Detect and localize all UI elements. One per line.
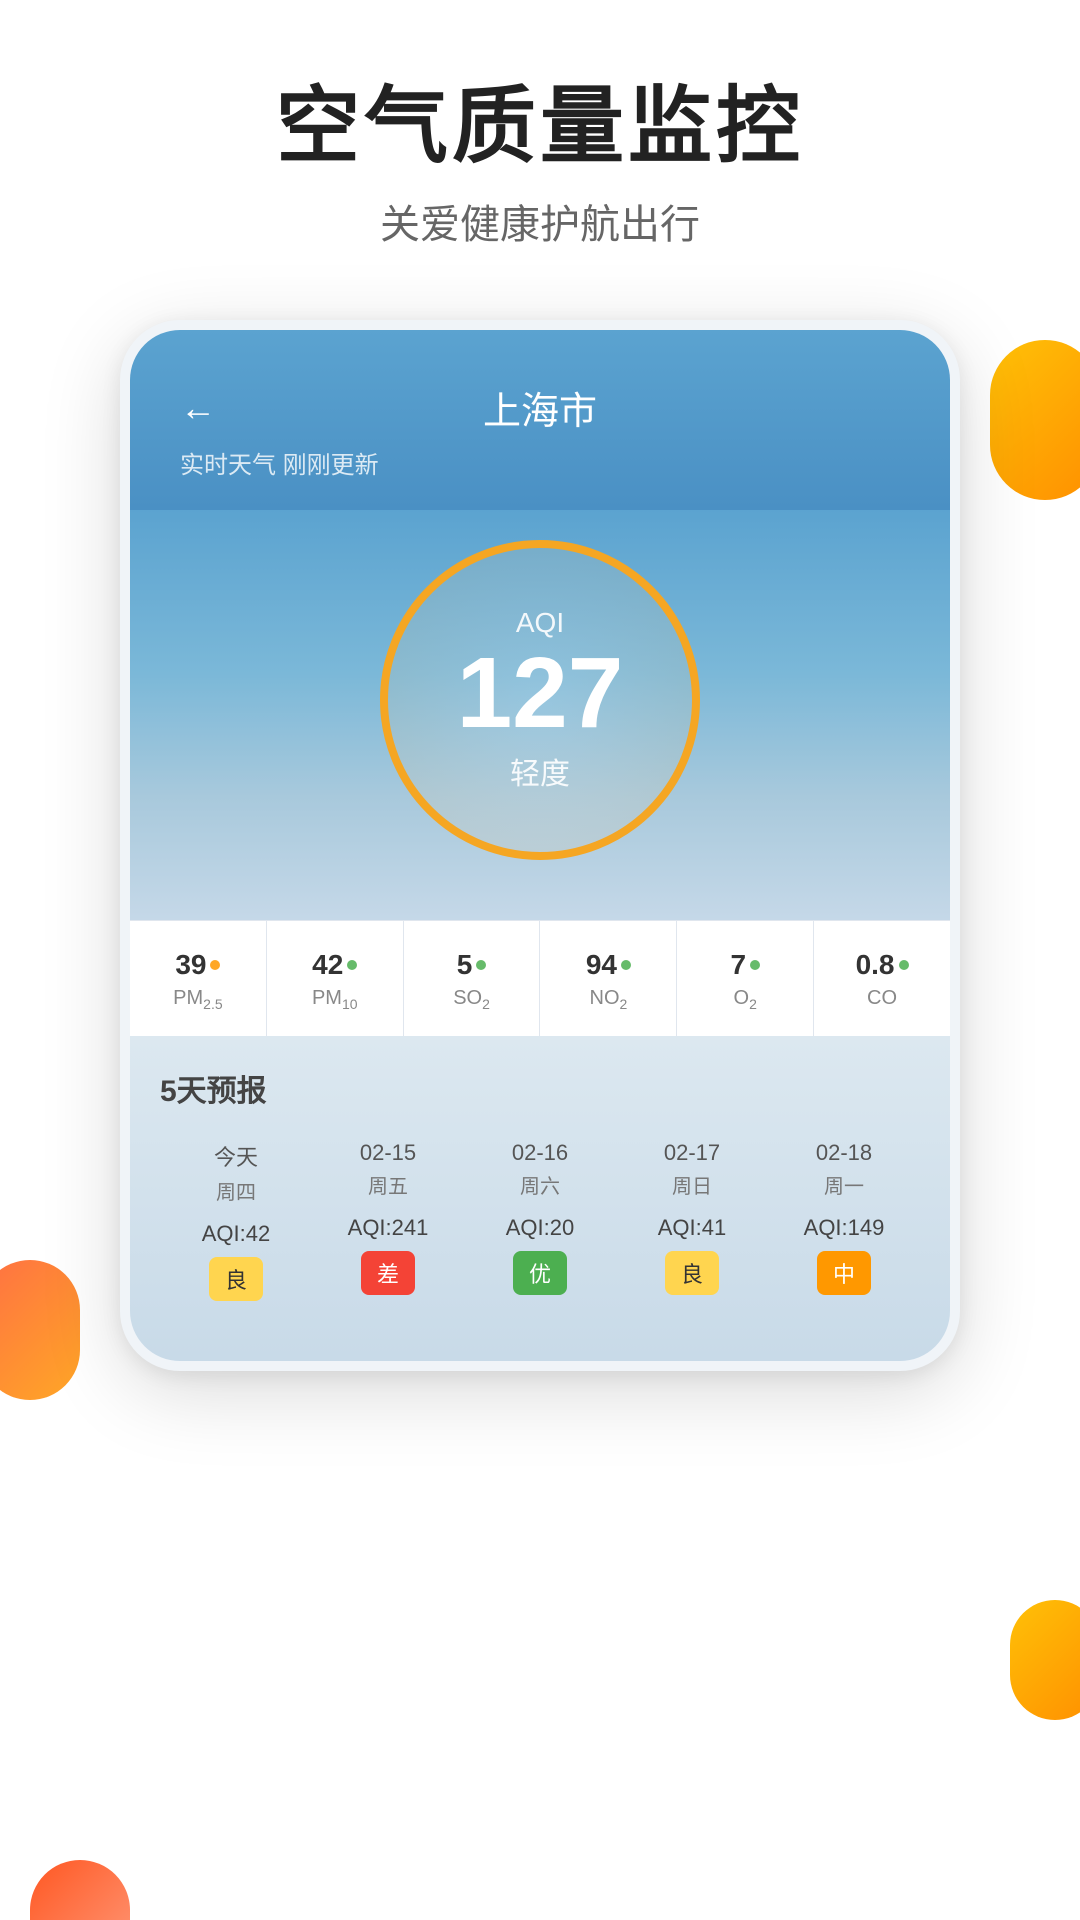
forecast-day: 02-16 周六 AQI:20 优 <box>464 1130 616 1311</box>
app-header: ← 上海市 实时天气 刚刚更新 <box>130 330 950 510</box>
pollutant-value-row: 94 <box>550 949 666 981</box>
forecast-date: 02-15 <box>316 1140 460 1166</box>
pollutant-name: SO2 <box>414 987 530 1012</box>
decoration-blob-right <box>990 340 1080 500</box>
forecast-badge: 良 <box>209 1257 263 1301</box>
aqi-circle-wrapper: AQI 127 轻度 <box>380 540 700 860</box>
decoration-blob-left <box>0 1260 80 1400</box>
pollutant-name: PM10 <box>277 987 393 1012</box>
aqi-value: 127 <box>457 643 624 743</box>
forecast-weekday: 周一 <box>772 1170 916 1199</box>
page-subtitle: 关爱健康护航出行 <box>40 192 1040 250</box>
decoration-blob-red <box>30 1860 130 1920</box>
forecast-section: 5天预报 今天 周四 AQI:42 良 02-15 周五 AQI:241 差 0… <box>130 1036 950 1361</box>
page-title: 空气质量监控 <box>40 80 1040 172</box>
pollutant-value-row: 39 <box>140 949 256 981</box>
pollutant-dot <box>899 960 909 970</box>
forecast-badge: 良 <box>665 1251 719 1295</box>
pollutant-item: 42 PM10 <box>267 921 404 1036</box>
aqi-label: AQI <box>516 607 564 639</box>
app-nav: ← 上海市 <box>180 380 900 435</box>
pollutant-name: PM2.5 <box>140 987 256 1012</box>
weather-status: 实时天气 刚刚更新 <box>180 445 900 480</box>
pollutant-item: 94 NO2 <box>540 921 677 1036</box>
forecast-aqi-value: AQI:41 <box>620 1215 764 1241</box>
forecast-weekday: 周五 <box>316 1170 460 1199</box>
forecast-day: 02-18 周一 AQI:149 中 <box>768 1130 920 1311</box>
forecast-day: 02-17 周日 AQI:41 良 <box>616 1130 768 1311</box>
pollutant-dot <box>210 960 220 970</box>
forecast-aqi-value: AQI:42 <box>164 1221 308 1247</box>
pollutant-dot <box>750 960 760 970</box>
decoration-blob-bottom-right <box>1010 1600 1080 1720</box>
forecast-aqi-value: AQI:20 <box>468 1215 612 1241</box>
forecast-aqi-value: AQI:241 <box>316 1215 460 1241</box>
forecast-date: 02-16 <box>468 1140 612 1166</box>
pollutant-value: 7 <box>730 949 746 981</box>
forecast-day: 今天 周四 AQI:42 良 <box>160 1130 312 1311</box>
forecast-weekday: 周日 <box>620 1170 764 1199</box>
forecast-date: 今天 <box>164 1140 308 1172</box>
forecast-date: 02-18 <box>772 1140 916 1166</box>
aqi-section: AQI 127 轻度 <box>130 510 950 920</box>
pollutant-dot <box>347 960 357 970</box>
pollutant-name: O2 <box>687 987 803 1012</box>
forecast-badge: 中 <box>817 1251 871 1295</box>
pollutant-value: 39 <box>175 949 206 981</box>
forecast-aqi-value: AQI:149 <box>772 1215 916 1241</box>
phone-inner: ← 上海市 实时天气 刚刚更新 AQI 127 轻度 39 PM2. <box>130 330 950 1361</box>
forecast-date: 02-17 <box>620 1140 764 1166</box>
pollutant-value-row: 42 <box>277 949 393 981</box>
aqi-quality: 轻度 <box>510 749 570 793</box>
pollutant-value: 5 <box>457 949 473 981</box>
aqi-circle: AQI 127 轻度 <box>380 540 700 860</box>
pollutant-dot <box>621 960 631 970</box>
pollutant-name: CO <box>824 987 940 1010</box>
pollutant-value: 94 <box>586 949 617 981</box>
forecast-row: 今天 周四 AQI:42 良 02-15 周五 AQI:241 差 02-16 … <box>160 1130 920 1311</box>
pollutants-section: 39 PM2.5 42 PM10 5 SO2 94 NO2 7 <box>130 920 950 1036</box>
page-header: 空气质量监控 关爱健康护航出行 <box>0 0 1080 290</box>
forecast-weekday: 周四 <box>164 1176 308 1205</box>
forecast-badge: 差 <box>361 1251 415 1295</box>
forecast-badge: 优 <box>513 1251 567 1295</box>
forecast-weekday: 周六 <box>468 1170 612 1199</box>
forecast-day: 02-15 周五 AQI:241 差 <box>312 1130 464 1311</box>
pollutant-value-row: 5 <box>414 949 530 981</box>
pollutant-dot <box>476 960 486 970</box>
pollutant-item: 0.8 CO <box>814 921 950 1036</box>
forecast-title: 5天预报 <box>160 1066 920 1110</box>
pollutant-value-row: 7 <box>687 949 803 981</box>
phone-mockup: ← 上海市 实时天气 刚刚更新 AQI 127 轻度 39 PM2. <box>120 320 960 1371</box>
pollutants-row: 39 PM2.5 42 PM10 5 SO2 94 NO2 7 <box>130 921 950 1036</box>
pollutant-value: 42 <box>312 949 343 981</box>
pollutant-value-row: 0.8 <box>824 949 940 981</box>
pollutant-item: 7 O2 <box>677 921 814 1036</box>
pollutant-name: NO2 <box>550 987 666 1012</box>
pollutant-value: 0.8 <box>856 949 895 981</box>
pollutant-item: 5 SO2 <box>404 921 541 1036</box>
city-name: 上海市 <box>483 380 597 435</box>
back-button[interactable]: ← <box>180 387 216 429</box>
pollutant-item: 39 PM2.5 <box>130 921 267 1036</box>
